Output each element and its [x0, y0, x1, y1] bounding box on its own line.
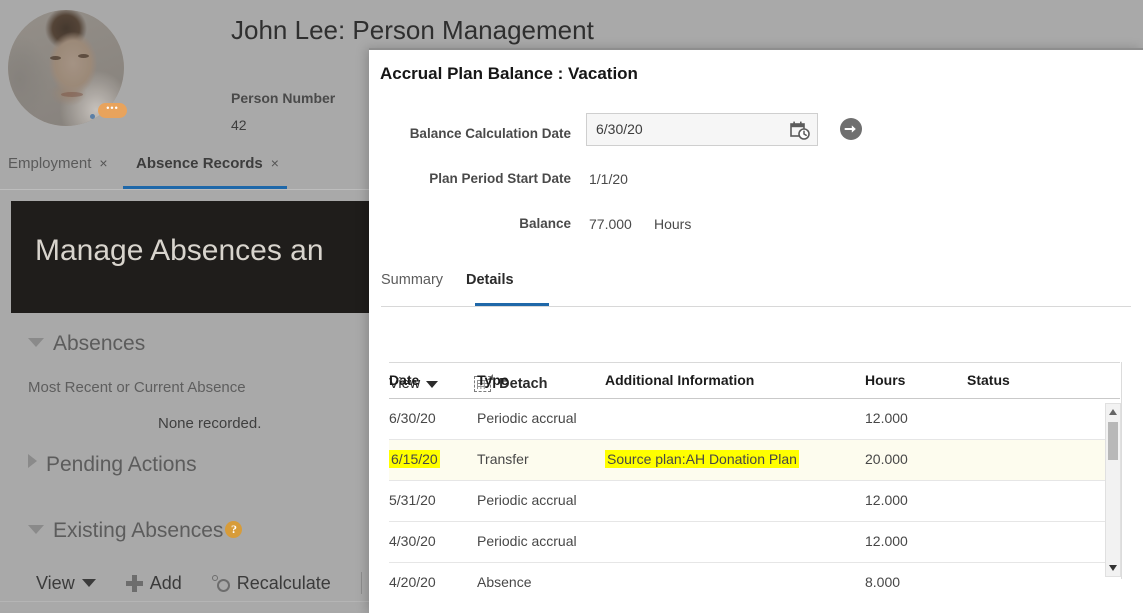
section-header-pending-actions[interactable]: Pending Actions — [28, 453, 197, 477]
table-vertical-scrollbar[interactable] — [1105, 403, 1121, 577]
divider — [360, 572, 362, 594]
tab-details[interactable]: Details — [466, 272, 514, 288]
column-header-date[interactable]: Date — [389, 372, 419, 388]
close-icon[interactable]: × — [99, 155, 107, 171]
none-recorded-text: None recorded. — [158, 415, 262, 432]
cell-type: Periodic accrual — [477, 492, 577, 508]
cell-type: Transfer — [477, 451, 529, 467]
calendar-icon[interactable] — [790, 121, 810, 140]
cell-additional-information: Source plan:AH Donation Plan — [605, 450, 799, 468]
table-row[interactable]: 5/31/20 Periodic accrual 12.000 — [389, 481, 1120, 522]
table-row[interactable]: 6/15/20 Transfer Source plan:AH Donation P… — [389, 440, 1120, 481]
cell-hours: 12.000 — [865, 492, 908, 508]
table-header-row: Date Type Additional Information Hours S… — [389, 362, 1120, 399]
column-header-type[interactable]: Type — [477, 372, 509, 388]
dialog-title: Accrual Plan Balance : Vacation — [380, 64, 638, 83]
tab-absence-records-label: Absence Records — [136, 155, 263, 172]
banner-title: Manage Absences an — [35, 234, 324, 267]
add-button-label: Add — [149, 572, 182, 593]
highlight-marker: 6/15/20 — [389, 450, 440, 468]
cell-date: 5/31/20 — [389, 492, 436, 508]
tab-employment-label: Employment — [8, 155, 92, 172]
avatar-detail — [78, 54, 89, 58]
help-icon[interactable]: ? — [225, 521, 243, 538]
cell-date: 4/20/20 — [389, 574, 436, 590]
page-title: John Lee: Person Management — [231, 15, 594, 45]
plan-period-start-date-label: Plan Period Start Date — [429, 171, 571, 186]
accrual-details-table: Date Type Additional Information Hours S… — [389, 362, 1120, 599]
scroll-up-icon[interactable] — [1109, 409, 1117, 415]
avatar-detail — [61, 92, 83, 97]
submit-arrow-button[interactable] — [839, 117, 863, 141]
recalculate-button[interactable]: Recalculate — [211, 572, 331, 594]
column-header-status[interactable]: Status — [967, 372, 1010, 388]
close-icon[interactable]: × — [271, 155, 279, 171]
section-header-absences-label: Absences — [53, 332, 146, 355]
column-header-hours[interactable]: Hours — [865, 372, 905, 388]
avatar-more-badge[interactable]: ••• — [98, 103, 127, 118]
cell-hours: 12.000 — [865, 410, 908, 426]
avatar-detail — [50, 56, 61, 60]
chevron-down-icon — [28, 338, 44, 347]
view-menu-button[interactable]: View — [36, 573, 96, 594]
section-header-absences[interactable]: Absences — [28, 332, 145, 356]
table-row[interactable]: 4/20/20 Absence 8.000 — [389, 563, 1120, 599]
tab-employment[interactable]: Employment × — [8, 155, 108, 172]
balance-calculation-date-field[interactable] — [586, 113, 818, 146]
cell-date: 6/15/20 — [389, 450, 440, 468]
view-menu-label: View — [36, 572, 75, 593]
plan-period-start-date-value: 1/1/20 — [589, 171, 628, 187]
existing-absences-toolbar: View Add Recalculate — [36, 566, 418, 600]
chevron-down-icon — [81, 579, 96, 587]
cell-hours: 8.000 — [865, 574, 901, 590]
avatar-status-dot — [90, 114, 95, 119]
highlight-marker: Source plan:AH Donation Plan — [605, 450, 799, 468]
scroll-down-icon[interactable] — [1109, 565, 1117, 571]
balance-calculation-date-label: Balance Calculation Date — [409, 126, 571, 141]
cell-date: 4/30/20 — [389, 533, 436, 549]
section-header-pending-actions-label: Pending Actions — [46, 453, 197, 476]
divider — [381, 306, 1131, 307]
table-body: 6/30/20 Periodic accrual 12.000 6/15/20 Tran… — [389, 399, 1120, 599]
table-row[interactable]: 6/30/20 Periodic accrual 12.000 — [389, 399, 1120, 440]
chevron-down-icon — [28, 525, 44, 534]
cell-date: 6/30/20 — [389, 410, 436, 426]
scrollbar-thumb[interactable] — [1108, 422, 1118, 460]
tab-summary[interactable]: Summary — [381, 272, 443, 288]
cell-hours: 12.000 — [865, 533, 908, 549]
cell-type: Periodic accrual — [477, 410, 577, 426]
plus-icon — [125, 574, 143, 592]
person-number-label: Person Number — [231, 90, 336, 106]
most-recent-absence-label: Most Recent or Current Absence — [28, 379, 246, 396]
person-number-value: 42 — [231, 117, 247, 133]
cell-type: Absence — [477, 574, 532, 590]
table-row[interactable]: 4/30/20 Periodic accrual 12.000 — [389, 522, 1120, 563]
divider — [1121, 362, 1122, 579]
cell-type: Periodic accrual — [477, 533, 577, 549]
section-header-existing-absences-label: Existing Absences — [53, 519, 224, 542]
balance-value: 77.000 — [589, 216, 632, 232]
gear-icon — [211, 574, 230, 592]
tab-absence-records[interactable]: Absence Records × — [136, 155, 279, 172]
cell-hours: 20.000 — [865, 451, 908, 467]
balance-uom: Hours — [654, 216, 692, 232]
column-header-additional-information[interactable]: Additional Information — [605, 372, 754, 388]
section-header-existing-absences[interactable]: Existing Absences? — [28, 519, 243, 543]
divider — [0, 601, 370, 602]
balance-label: Balance — [519, 216, 571, 231]
recalculate-button-label: Recalculate — [236, 572, 331, 593]
add-button[interactable]: Add — [125, 572, 182, 594]
chevron-right-icon — [28, 454, 37, 468]
balance-calculation-date-input[interactable] — [596, 121, 776, 137]
